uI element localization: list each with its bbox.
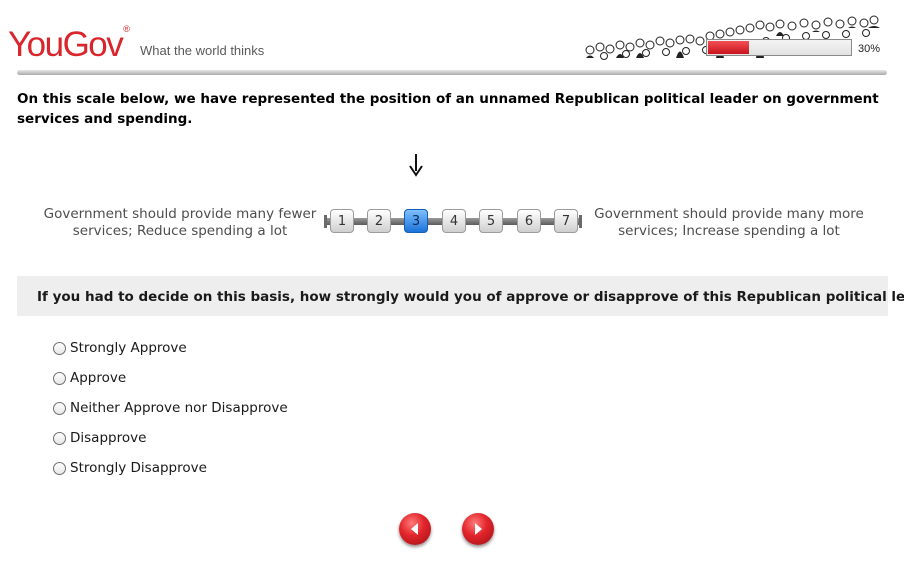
arrow-left-icon: [411, 523, 418, 535]
scale-left-label: Government should provide many fewer ser…: [43, 206, 317, 239]
option-neither[interactable]: Neither Approve nor Disapprove: [53, 399, 288, 417]
option-label: Neither Approve nor Disapprove: [70, 400, 288, 416]
scale-point-7: 7: [554, 209, 578, 233]
question-text: If you had to decide on this basis, how …: [37, 289, 904, 305]
radio-button[interactable]: [53, 461, 66, 475]
option-label: Strongly Disapprove: [70, 460, 207, 476]
scale-point-5: 5: [479, 209, 503, 233]
progress-bar-fill: [708, 41, 750, 54]
option-label: Strongly Approve: [70, 340, 187, 356]
yougov-logo: YouGov ®: [8, 22, 130, 62]
header-divider: [17, 70, 887, 75]
scale-point-4: 4: [442, 209, 466, 233]
arrow-right-icon: [475, 523, 482, 535]
logo-registered-mark: ®: [123, 24, 130, 34]
option-strongly-disapprove[interactable]: Strongly Disapprove: [53, 459, 207, 477]
logo-text: YouGov: [8, 25, 124, 64]
scale-end-right: [579, 215, 582, 228]
scale-end-left: [324, 215, 327, 228]
progress-bar: [706, 39, 852, 56]
scale-point-2: 2: [367, 209, 391, 233]
option-label: Approve: [70, 370, 127, 386]
option-approve[interactable]: Approve: [53, 369, 126, 387]
scale-point-6: 6: [517, 209, 541, 233]
down-arrow-icon: [409, 154, 423, 177]
position-scale: 1 2 3 4 5 6 7: [322, 207, 584, 237]
radio-button[interactable]: [53, 371, 66, 385]
back-button[interactable]: [399, 513, 431, 545]
progress-percent: 30%: [858, 43, 881, 55]
next-button[interactable]: [462, 513, 494, 545]
intro-text: On this scale below, we have represented…: [17, 91, 879, 127]
radio-button[interactable]: [53, 431, 66, 445]
option-disapprove[interactable]: Disapprove: [53, 429, 146, 447]
option-label: Disapprove: [70, 430, 147, 446]
radio-button[interactable]: [53, 341, 66, 355]
radio-button[interactable]: [53, 401, 66, 415]
tagline: What the world thinks: [140, 43, 265, 58]
scale-right-label: Government should provide many more serv…: [594, 206, 864, 239]
scale-point-3: 3: [404, 209, 428, 233]
option-strongly-approve[interactable]: Strongly Approve: [53, 339, 187, 357]
scale-point-1: 1: [330, 209, 354, 233]
question-band: If you had to decide on this basis, how …: [17, 276, 904, 316]
